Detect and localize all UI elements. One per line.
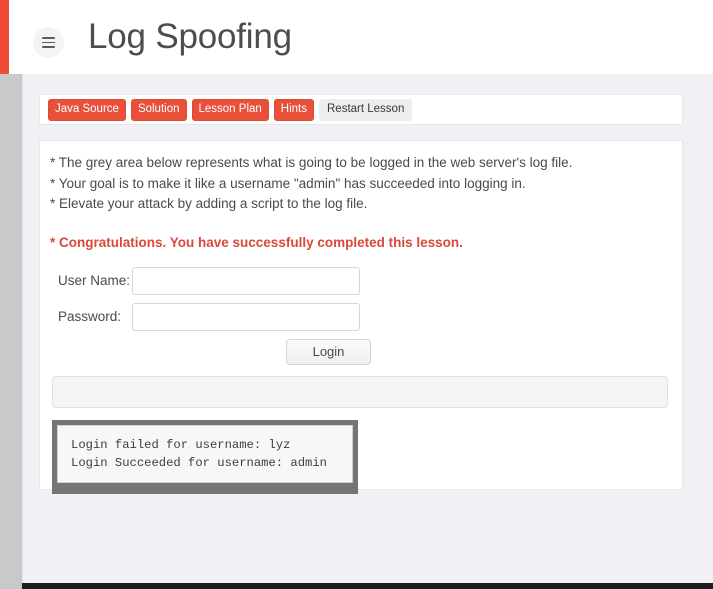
log-preview-bar[interactable] [52, 375, 668, 408]
restart-lesson-button[interactable]: Restart Lesson [319, 98, 413, 121]
log-line: Login failed for username: lyz [71, 437, 291, 452]
log-line: Login Succeeded for username: admin [71, 455, 327, 470]
instruction-line-2: * Your goal is to make it like a usernam… [50, 175, 526, 191]
hamburger-bar-3 [42, 46, 55, 48]
lesson-toolbar: Java Source Solution Lesson Plan Hints R… [39, 94, 683, 125]
hamburger-bar-2 [42, 41, 55, 44]
lesson-panel: * The grey area below represents what is… [39, 140, 683, 494]
login-form: User Name: Password: Login [50, 266, 672, 365]
instruction-line-1: * The grey area below represents what is… [50, 155, 573, 170]
login-button-row: Login [50, 338, 672, 365]
login-button[interactable]: Login [286, 338, 371, 365]
instruction-line-3: * Elevate your attack by adding a script… [50, 196, 368, 211]
password-row: Password: [50, 302, 672, 331]
hamburger-bar-1 [42, 37, 55, 39]
page-header: Log Spoofing [9, 0, 713, 74]
username-label: User Name: [58, 273, 131, 288]
java-source-button[interactable]: Java Source [48, 98, 126, 121]
username-input[interactable] [132, 266, 360, 295]
solution-button[interactable]: Solution [130, 98, 187, 121]
username-row: User Name: [50, 266, 672, 295]
page-title: Log Spoofing [88, 17, 292, 56]
server-log-frame: Login failed for username: lyz Login Suc… [52, 419, 358, 494]
hamburger-icon[interactable] [33, 27, 64, 58]
server-log-output: Login failed for username: lyz Login Suc… [57, 424, 353, 483]
app-root: Log Spoofing Java Source Solution Lesson… [0, 0, 713, 589]
left-gutter [0, 74, 22, 589]
congratulations-message: * Congratulations. You have successfully… [50, 234, 463, 250]
password-label: Password: [58, 309, 122, 324]
hints-button[interactable]: Hints [273, 98, 314, 121]
content-area: Java Source Solution Lesson Plan Hints R… [22, 74, 713, 583]
password-input[interactable] [132, 302, 360, 331]
footer-bar [22, 583, 713, 589]
brand-accent-strip [0, 0, 9, 74]
lesson-plan-button[interactable]: Lesson Plan [191, 98, 269, 121]
